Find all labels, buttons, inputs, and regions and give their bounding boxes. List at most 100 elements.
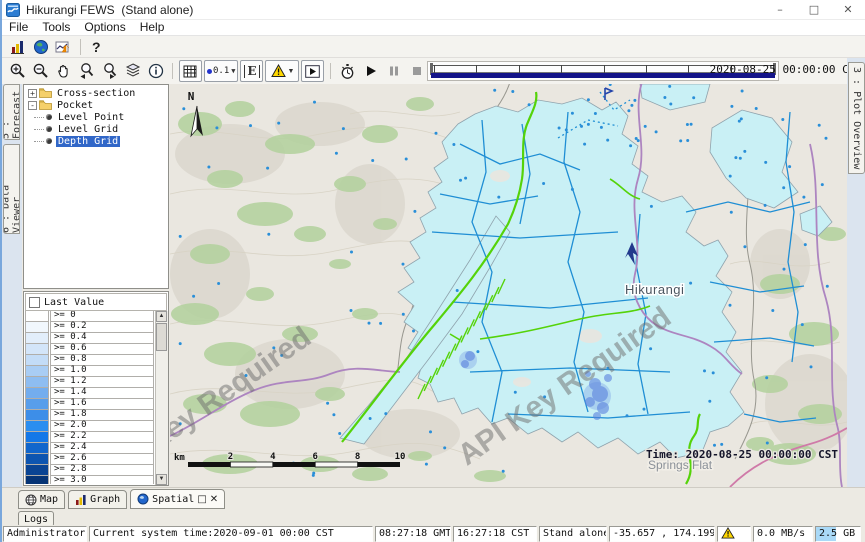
tree-item-label[interactable]: Level Point <box>56 112 126 123</box>
scroll-up-icon[interactable]: ▲ <box>156 311 167 322</box>
grid-icon <box>183 64 198 79</box>
menu-help[interactable]: Help <box>133 20 172 35</box>
collapse-icon[interactable]: - <box>28 101 37 110</box>
tab-plot-overview[interactable]: 3 : Plot Overview <box>848 62 865 174</box>
classify-icon: E <box>244 65 259 78</box>
timeseries-dialog-button[interactable] <box>7 37 28 57</box>
status-bar: AdministratorCurrent system time:2020-09… <box>2 525 865 542</box>
app-logo-icon <box>6 3 20 17</box>
tree-item-level-point[interactable]: Level Point <box>24 111 168 123</box>
tree-item-label[interactable]: Cross-section <box>55 88 137 99</box>
bar-chart-icon <box>75 494 87 506</box>
folder-icon <box>39 100 52 110</box>
tree-item-depth-grid[interactable]: Depth Grid <box>24 135 168 147</box>
tab-close-icon[interactable]: ✕ <box>210 494 218 505</box>
tree-connector <box>34 129 44 130</box>
last-value-label: Last Value <box>44 297 104 308</box>
tree-item-cross-section[interactable]: + Cross-section <box>24 87 168 99</box>
tab-data-viewer-label: 6 : Data Viewer <box>3 145 20 233</box>
tree-item-level-grid[interactable]: Level Grid <box>24 123 168 135</box>
node-bullet-icon <box>46 126 52 132</box>
legend-class-label: >= 3.0 <box>50 475 154 484</box>
map-time-label: Time: 2020-08-25 00:00:00 CST <box>646 448 838 461</box>
classify-button[interactable]: E <box>240 60 263 82</box>
status-text: 2.5 GB <box>819 528 855 539</box>
scroll-down-icon[interactable]: ▼ <box>156 474 167 485</box>
tab-graph[interactable]: Graph <box>68 490 127 509</box>
time-tick <box>646 65 647 73</box>
status-speed: 0.0 MB/s <box>753 526 813 542</box>
play-button[interactable] <box>360 61 381 81</box>
svg-text:4: 4 <box>270 452 276 462</box>
map-canvas[interactable]: API Key Required API Key Required N Hiku… <box>170 84 847 487</box>
zoom-in-icon <box>9 62 27 80</box>
tree-item-label[interactable]: Depth Grid <box>56 136 120 147</box>
status-coordinates: -35.657 , 174.199 <box>609 526 715 542</box>
zoom-next-button[interactable] <box>99 61 120 81</box>
node-bullet-icon <box>46 138 52 144</box>
layers-button[interactable] <box>122 61 143 81</box>
tab-forecast[interactable]: 5 : Forecast <box>3 84 20 140</box>
chevron-down-icon: ▼ <box>231 67 235 75</box>
pause-icon <box>387 64 401 78</box>
interval-value: 0.1 <box>213 66 229 76</box>
last-value-option[interactable]: Last Value <box>25 293 167 311</box>
maximize-button[interactable]: □ <box>797 0 831 19</box>
tree-item-pocket[interactable]: - Pocket <box>24 99 168 111</box>
time-tick <box>476 65 477 73</box>
grid-display-button[interactable] <box>179 60 202 82</box>
tab-spatial[interactable]: Spatial □ ✕ <box>130 489 225 509</box>
layer-tree[interactable]: + Cross-section - PocketLevel PointLevel Gr… <box>23 84 169 289</box>
current-datetime-label: 2020-08-25 00:00:00 CST <box>710 63 862 76</box>
tree-item-label[interactable]: Level Grid <box>56 124 120 135</box>
tree-item-label[interactable]: Pocket <box>55 100 95 111</box>
zoom-out-button[interactable] <box>30 61 51 81</box>
legend-class-list: >= 0>= 0.2>= 0.4>= 0.6>= 0.8>= 1.0>= 1.2… <box>25 311 167 484</box>
toolbar-separator <box>172 63 173 79</box>
menu-tools[interactable]: Tools <box>35 20 77 35</box>
menu-file[interactable]: File <box>2 20 35 35</box>
help-button[interactable]: ? <box>86 39 107 55</box>
toolbar-separator <box>330 63 331 79</box>
classbreaks-interval-button[interactable]: 0.1 ▼ <box>204 60 238 82</box>
tab-restore-icon[interactable]: □ <box>197 494 206 505</box>
pause-button[interactable] <box>383 61 404 81</box>
svg-text:10: 10 <box>395 452 406 462</box>
info-button[interactable] <box>145 61 166 81</box>
stop-icon <box>410 64 424 78</box>
zoom-in-button[interactable] <box>7 61 28 81</box>
menu-options[interactable]: Options <box>77 20 132 35</box>
status-text: Current system time:2020-09-01 00:00 CST <box>93 528 334 539</box>
interval-dot-icon <box>207 69 212 74</box>
status-text: 16:27:18 CST <box>457 528 529 539</box>
stop-button[interactable] <box>406 61 427 81</box>
time-tick <box>561 65 562 73</box>
map-svg: API Key Required API Key Required N Hiku… <box>170 84 847 487</box>
tab-map[interactable]: Map <box>18 490 65 509</box>
animate-forward-button[interactable] <box>301 60 324 82</box>
status-gmt-time: 08:27:18 GMT <box>375 526 451 542</box>
expand-icon[interactable]: + <box>28 89 37 98</box>
globe-icon <box>33 39 49 55</box>
zoom-previous-button[interactable] <box>76 61 97 81</box>
menu-bar: FileToolsOptionsHelp <box>2 20 865 36</box>
scrollbar-thumb[interactable] <box>156 323 167 351</box>
tab-data-viewer[interactable]: 6 : Data Viewer <box>3 144 20 234</box>
status-text: 08:27:18 GMT <box>379 528 451 539</box>
close-button[interactable]: ✕ <box>831 0 865 19</box>
last-value-checkbox[interactable] <box>29 297 40 308</box>
spatial-display-button[interactable] <box>53 37 74 57</box>
bottom-tab-bar: Map Graph Spatial □ ✕ Logs <box>2 487 865 525</box>
warning-triangle-icon <box>271 64 286 78</box>
window-title: Hikurangi FEWS (Stand alone) <box>26 3 193 17</box>
legend-row[interactable]: >= 3.0 <box>25 476 167 484</box>
animation-settings-button[interactable] <box>337 61 358 81</box>
main-toolbar: ? <box>2 36 865 58</box>
legend-scrollbar[interactable]: ▲ ▼ <box>155 311 168 485</box>
map-display-button[interactable] <box>30 37 51 57</box>
pan-button[interactable] <box>53 61 74 81</box>
zoom-previous-icon <box>78 62 96 80</box>
legend-color-swatch <box>25 475 49 484</box>
minimize-button[interactable]: – <box>763 0 797 19</box>
thresholds-button[interactable]: ▼ <box>265 60 299 82</box>
